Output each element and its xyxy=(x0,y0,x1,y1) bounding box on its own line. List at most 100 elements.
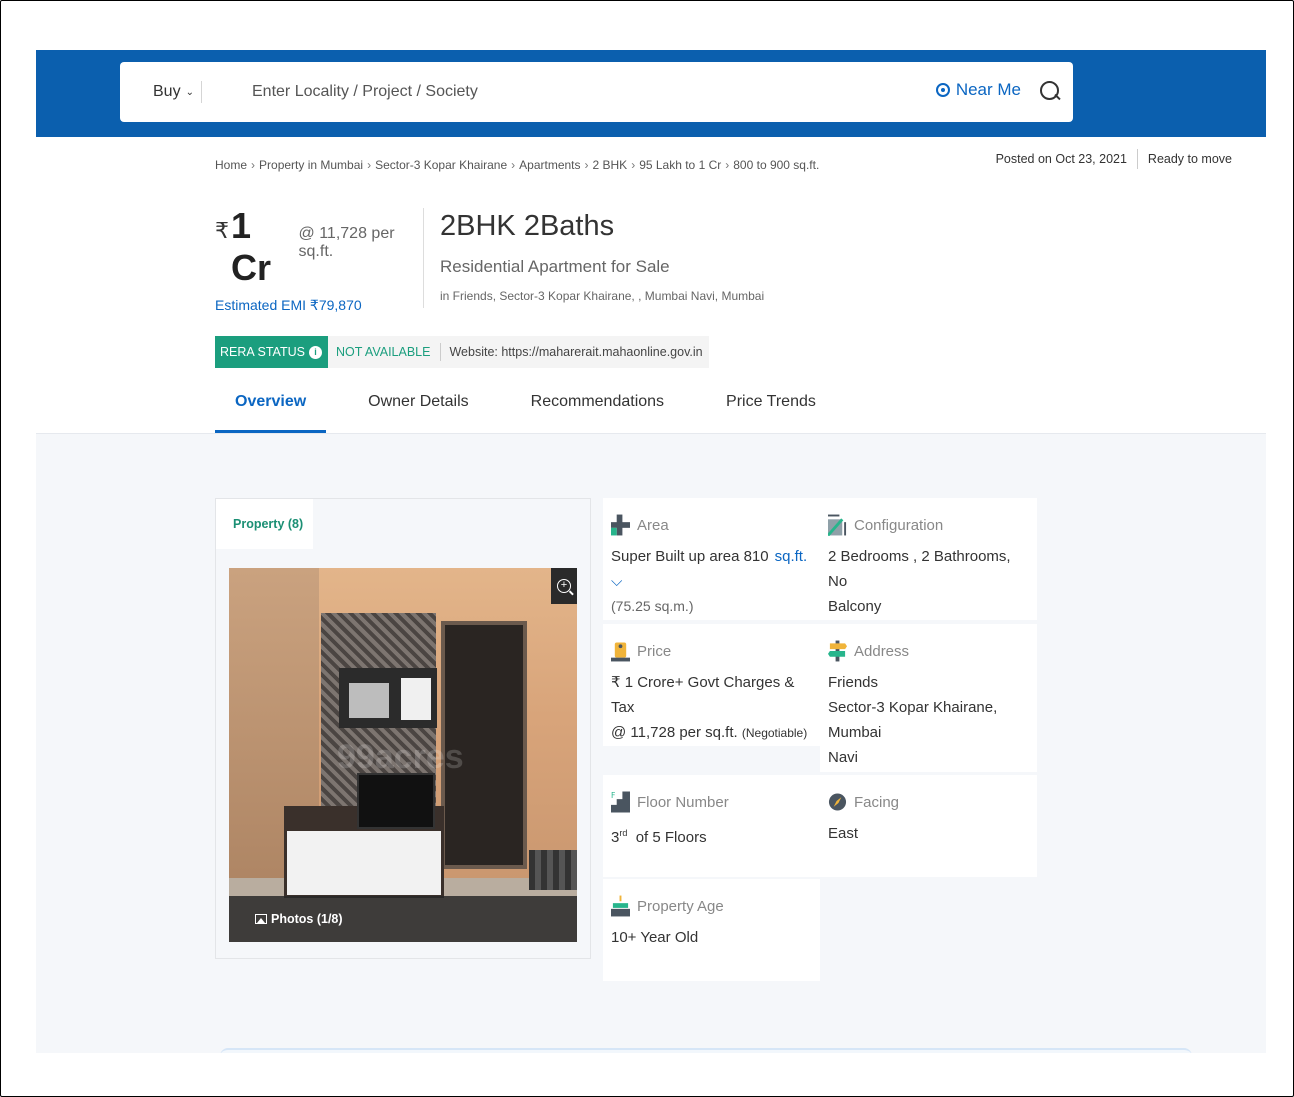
property-photo[interactable]: 99acres + Photos (1/8) xyxy=(229,568,577,942)
breadcrumb-separator: › xyxy=(725,158,730,172)
photo-cabinet-door xyxy=(401,678,431,720)
search-bar: Buy ⌄ Near Me xyxy=(120,62,1073,122)
tab-owner-details[interactable]: Owner Details xyxy=(348,390,488,433)
address-line3: Navi xyxy=(828,749,859,766)
configuration-value-line2: Balcony xyxy=(828,598,882,615)
age-value: 10+ Year Old xyxy=(611,929,699,946)
area-label: Area xyxy=(637,516,669,534)
zoom-in-icon: + xyxy=(557,579,571,593)
detail-address: Address Friends Sector-3 Kopar Khairane,… xyxy=(820,624,1037,772)
property-title: 2BHK 2Baths xyxy=(440,210,615,242)
next-section-card-edge xyxy=(220,1048,1192,1053)
zoom-button[interactable]: + xyxy=(551,568,577,604)
detail-property-age: Property Age 10+ Year Old xyxy=(603,879,820,981)
rera-status: NOT AVAILABLE xyxy=(328,343,442,361)
photo-tv xyxy=(357,773,435,829)
overview-section: Property (8) 99acres + Photos (1/8) Area… xyxy=(36,433,1266,1053)
configuration-value-line1: 2 Bedrooms , 2 Bathrooms, No xyxy=(828,548,1011,590)
photo-cabinet-shelf xyxy=(349,683,389,718)
floor-icon: F xyxy=(611,791,630,813)
configuration-icon xyxy=(828,514,847,536)
floor-suffix: rd xyxy=(619,828,628,838)
possession-status: Ready to move xyxy=(1147,152,1232,166)
address-label: Address xyxy=(854,642,910,660)
cake-icon xyxy=(611,895,630,917)
chevron-down-icon: ⌄ xyxy=(185,86,194,98)
posted-date: Posted on Oct 23, 2021 xyxy=(995,152,1127,166)
rera-website: Website: https://maharerait.mahaonline.g… xyxy=(449,345,703,359)
area-unit: sq.ft. xyxy=(774,548,808,565)
price-per-sqft: @ 11,728 per sq.ft. xyxy=(298,225,395,260)
emi-link[interactable]: Estimated EMI ₹79,870 xyxy=(215,297,425,314)
section-tabs: Overview Owner Details Recommendations P… xyxy=(215,390,836,433)
breadcrumb-locality[interactable]: Sector-3 Kopar Khairane xyxy=(375,158,507,172)
facing-label: Facing xyxy=(854,793,900,811)
area-value: Super Built up area 810 xyxy=(611,548,769,565)
locality-search-input[interactable] xyxy=(252,83,892,101)
signpost-icon xyxy=(828,640,847,662)
photos-count-bar[interactable]: Photos (1/8) xyxy=(229,896,577,942)
breadcrumb-separator: › xyxy=(511,158,516,172)
price-block: ₹ 1 Cr @ 11,728 per sq.ft. Estimated EMI… xyxy=(215,205,425,314)
property-locality: in Friends, Sector-3 Kopar Khairane, , M… xyxy=(440,289,765,303)
price-divider xyxy=(423,208,424,308)
price-label: Price xyxy=(637,642,672,660)
compass-icon xyxy=(828,793,847,811)
detail-price: Price ₹ 1 Crore+ Govt Charges & Tax @ 11… xyxy=(603,624,820,746)
address-line1: Friends xyxy=(828,674,879,691)
svg-text:F: F xyxy=(611,791,615,800)
top-header: Buy ⌄ Near Me xyxy=(36,50,1266,137)
tab-overview[interactable]: Overview xyxy=(215,390,327,433)
price-tag-icon xyxy=(611,642,630,662)
area-sqm: (75.25 sq.m.) xyxy=(611,598,694,614)
photos-count: Photos (1/8) xyxy=(271,912,343,926)
rupee-symbol: ₹ xyxy=(215,218,229,243)
photo-ottoman xyxy=(529,850,577,890)
property-page: Buy ⌄ Near Me Home› Property in Mumbai› … xyxy=(36,50,1266,1053)
price-amount: 1 Cr xyxy=(231,205,272,288)
negotiable-tag: (Negotiable) xyxy=(741,726,808,740)
price-value-line2: @ 11,728 per sq.ft. xyxy=(611,724,738,741)
gallery-tab-property[interactable]: Property (8) xyxy=(216,499,313,549)
chevron-down-icon: ⌵ xyxy=(611,573,623,590)
rera-strip: RERA STATUS i NOT AVAILABLE Website: htt… xyxy=(215,336,709,368)
breadcrumb-separator: › xyxy=(251,158,256,172)
tab-price-trends[interactable]: Price Trends xyxy=(706,390,836,433)
rera-label-badge: RERA STATUS i xyxy=(215,336,328,368)
detail-configuration: Configuration 2 Bedrooms , 2 Bathrooms, … xyxy=(820,498,1037,620)
address-line2: Sector-3 Kopar Khairane, Mumbai xyxy=(828,699,998,741)
breadcrumb-separator: › xyxy=(367,158,372,172)
image-icon xyxy=(255,914,267,924)
title-block: 2BHK 2Baths Residential Apartment for Sa… xyxy=(440,210,764,303)
posted-info: Posted on Oct 23, 2021 Ready to move xyxy=(996,149,1232,169)
photo-gallery-card: Property (8) 99acres + Photos (1/8) xyxy=(215,498,591,959)
area-icon xyxy=(611,514,630,536)
near-me-button[interactable]: Near Me xyxy=(935,80,1021,100)
buy-dropdown[interactable]: Buy ⌄ xyxy=(120,81,202,103)
detail-floor: F Floor Number 3rd of 5 Floors xyxy=(603,775,820,877)
property-type: Residential Apartment for Sale xyxy=(440,257,670,276)
breadcrumb: Home › Property in Mumbai › Sector-3 Kopar… xyxy=(215,158,819,172)
tab-recommendations[interactable]: Recommendations xyxy=(511,390,684,433)
breadcrumb-home[interactable]: Home xyxy=(215,158,247,172)
near-me-label: Near Me xyxy=(955,80,1021,99)
breadcrumb-separator: › xyxy=(584,158,589,172)
breadcrumb-area[interactable]: 800 to 900 sq.ft. xyxy=(733,158,819,172)
breadcrumb-budget[interactable]: 95 Lakh to 1 Cr xyxy=(639,158,721,172)
floor-label: Floor Number xyxy=(637,793,729,811)
breadcrumb-city[interactable]: Property in Mumbai xyxy=(259,158,363,172)
breadcrumb-type[interactable]: Apartments xyxy=(519,158,580,172)
location-target-icon xyxy=(935,83,950,97)
detail-facing: Facing East xyxy=(820,775,1037,877)
floor-total: of 5 Floors xyxy=(635,829,707,846)
search-icon[interactable] xyxy=(1039,80,1061,104)
info-icon[interactable]: i xyxy=(308,345,322,359)
photo-tv-unit xyxy=(284,828,444,898)
age-label: Property Age xyxy=(637,897,724,915)
detail-area: Area Super Built up area 810 sq.ft. ⌵ (75… xyxy=(603,498,820,620)
buy-label: Buy xyxy=(153,83,181,100)
photo-watermark: 99acres xyxy=(337,738,464,776)
rera-label: RERA STATUS xyxy=(220,345,305,359)
facing-value: East xyxy=(828,825,859,842)
breadcrumb-bhk[interactable]: 2 BHK xyxy=(593,158,628,172)
